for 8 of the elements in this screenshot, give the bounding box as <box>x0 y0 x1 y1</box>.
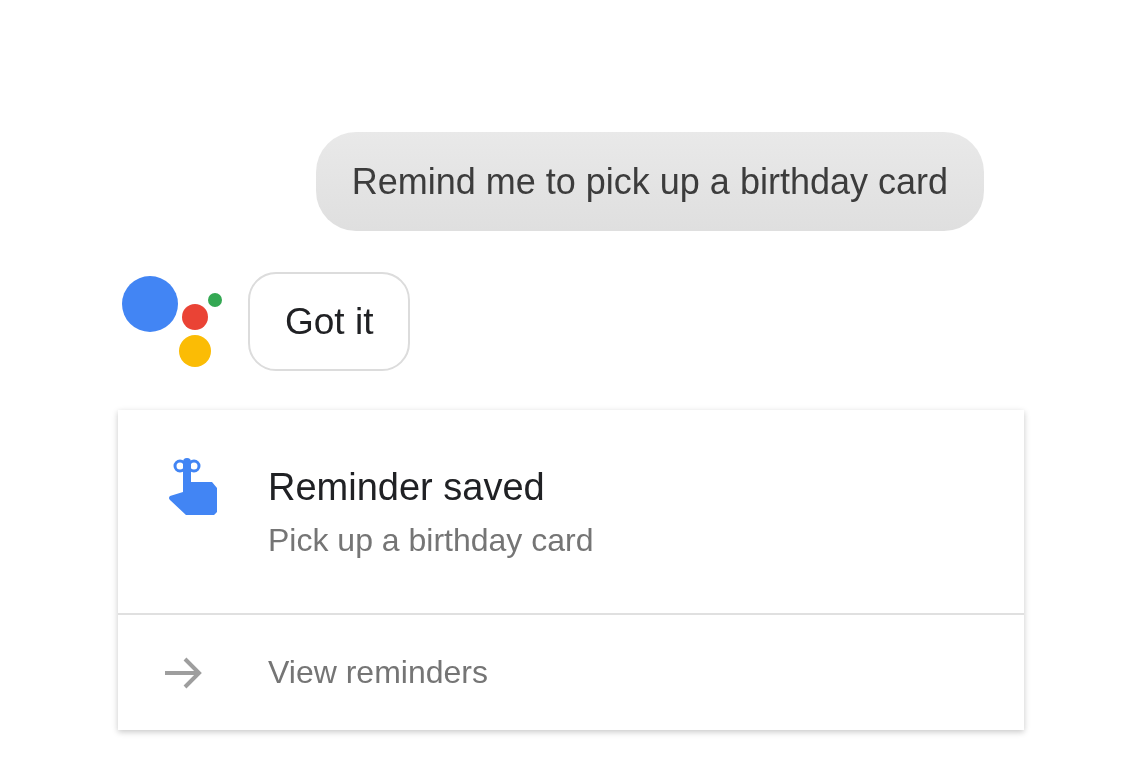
finger-with-string-icon <box>168 458 218 516</box>
arrow-right-icon <box>163 656 203 689</box>
reminder-subtitle: Pick up a birthday card <box>268 521 594 560</box>
assistant-reply-bubble: Got it <box>248 272 411 371</box>
user-message-bubble: Remind me to pick up a birthday card <box>315 132 984 231</box>
four-dots-logo-icon <box>122 276 222 367</box>
view-reminders-link[interactable]: View reminders <box>118 615 1024 730</box>
reminder-title: Reminder saved <box>268 465 546 510</box>
